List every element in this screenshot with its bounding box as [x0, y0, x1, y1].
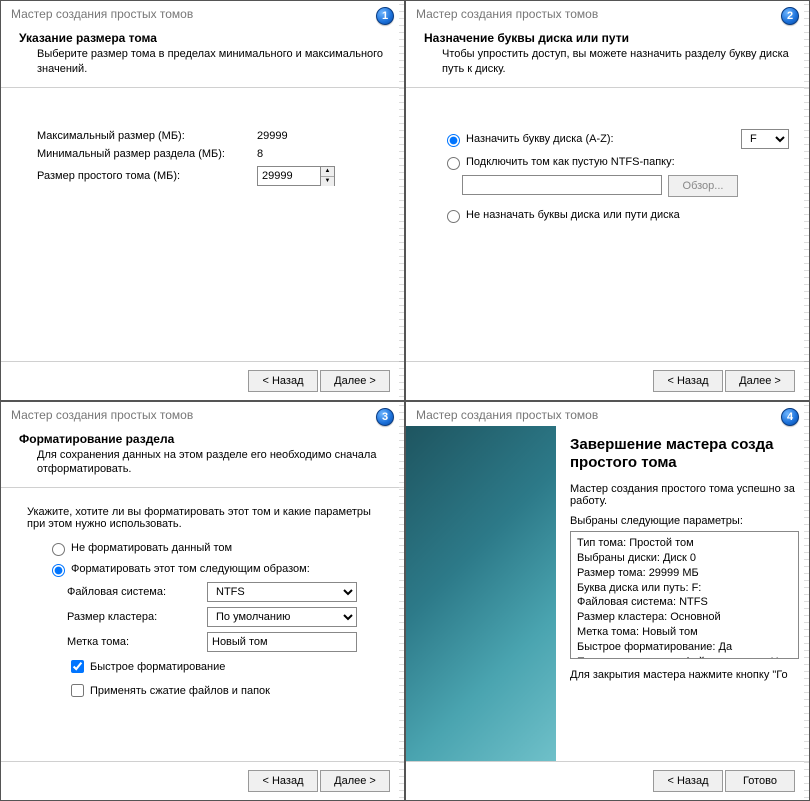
assign-letter-label: Назначить букву диска (A-Z):: [466, 133, 741, 145]
volume-label-label: Метка тома:: [67, 636, 207, 648]
step-badge-4: 4: [781, 408, 799, 426]
step-title: Указание размера тома: [19, 31, 386, 45]
volume-label-input[interactable]: [207, 632, 357, 652]
complete-message: Мастер создания простого тома успешно за…: [570, 483, 799, 507]
next-button[interactable]: Далее >: [320, 370, 390, 392]
step-badge-2: 2: [781, 7, 799, 25]
compress-checkbox[interactable]: [71, 684, 84, 697]
wizard-step-size: 1 Мастер создания простых томов Указание…: [0, 0, 405, 401]
step-title: Форматирование раздела: [19, 432, 386, 446]
step-title: Назначение буквы диска или пути: [424, 31, 791, 45]
close-hint: Для закрытия мастера нажмите кнопку "Го: [570, 669, 799, 681]
step-description: Чтобы упростить доступ, вы можете назнач…: [424, 47, 791, 77]
volume-size-spinner[interactable]: ▲ ▼: [257, 166, 335, 186]
no-letter-label: Не назначать буквы диска или пути диска: [466, 209, 680, 221]
summary-listbox[interactable]: Тип тома: Простой томВыбраны диски: Диск…: [570, 531, 799, 659]
window-title: Мастер создания простых томов: [1, 402, 404, 426]
wizard-step-format: 3 Мастер создания простых томов Форматир…: [0, 401, 405, 801]
assign-letter-radio[interactable]: [447, 134, 460, 147]
min-size-value: 8: [257, 148, 357, 160]
drive-letter-select[interactable]: F: [741, 129, 789, 149]
back-button[interactable]: < Назад: [248, 370, 318, 392]
quick-format-checkbox[interactable]: [71, 660, 84, 673]
volume-size-input[interactable]: [258, 167, 320, 185]
filesystem-label: Файловая система:: [67, 586, 207, 598]
params-intro: Выбраны следующие параметры:: [570, 515, 799, 527]
quick-format-label: Быстрое форматирование: [90, 661, 225, 673]
cluster-label: Размер кластера:: [67, 611, 207, 623]
window-title: Мастер создания простых томов: [1, 1, 404, 25]
format-radio[interactable]: [52, 564, 65, 577]
spinner-down-icon[interactable]: ▼: [321, 177, 334, 186]
next-button[interactable]: Далее >: [320, 770, 390, 792]
step-badge-1: 1: [376, 7, 394, 25]
filesystem-select[interactable]: NTFS: [207, 582, 357, 602]
no-format-radio[interactable]: [52, 543, 65, 556]
window-title: Мастер создания простых томов: [406, 1, 809, 25]
summary-line: Быстрое форматирование: Да: [577, 640, 792, 655]
wizard-step-drive-letter: 2 Мастер создания простых томов Назначен…: [405, 0, 810, 401]
no-letter-radio[interactable]: [447, 210, 460, 223]
format-label: Форматировать этот том следующим образом…: [71, 563, 310, 575]
browse-button: Обзор...: [668, 175, 738, 197]
mount-folder-label: Подключить том как пустую NTFS-папку:: [466, 156, 675, 168]
summary-line: Применение сжатия файлов и папок: Нет: [577, 655, 792, 659]
back-button[interactable]: < Назад: [653, 770, 723, 792]
volume-size-label: Размер простого тома (МБ):: [37, 170, 257, 182]
step-description: Для сохранения данных на этом разделе ег…: [19, 448, 386, 478]
mount-path-input: [462, 175, 662, 195]
finish-button[interactable]: Готово: [725, 770, 795, 792]
compress-label: Применять сжатие файлов и папок: [90, 685, 270, 697]
wizard-step-complete: 4 Мастер создания простых томов Завершен…: [405, 401, 810, 801]
cluster-select[interactable]: По умолчанию: [207, 607, 357, 627]
max-size-value: 29999: [257, 130, 357, 142]
format-intro: Укажите, хотите ли вы форматировать этот…: [27, 506, 384, 530]
back-button[interactable]: < Назад: [653, 370, 723, 392]
summary-line: Выбраны диски: Диск 0: [577, 551, 792, 566]
mount-folder-radio[interactable]: [447, 157, 460, 170]
summary-line: Размер тома: 29999 МБ: [577, 566, 792, 581]
summary-line: Метка тома: Новый том: [577, 625, 792, 640]
next-button[interactable]: Далее >: [725, 370, 795, 392]
summary-line: Размер кластера: Основной: [577, 610, 792, 625]
min-size-label: Минимальный размер раздела (МБ):: [37, 148, 257, 160]
step-description: Выберите размер тома в пределах минималь…: [19, 47, 386, 77]
step-badge-3: 3: [376, 408, 394, 426]
summary-line: Тип тома: Простой том: [577, 536, 792, 551]
wizard-side-graphic: [406, 426, 556, 762]
max-size-label: Максимальный размер (МБ):: [37, 130, 257, 142]
summary-line: Файловая система: NTFS: [577, 595, 792, 610]
spinner-up-icon[interactable]: ▲: [321, 167, 334, 177]
back-button[interactable]: < Назад: [248, 770, 318, 792]
no-format-label: Не форматировать данный том: [71, 542, 232, 554]
complete-title: Завершение мастера созда простого тома: [570, 436, 799, 474]
summary-line: Буква диска или путь: F:: [577, 581, 792, 596]
window-title: Мастер создания простых томов: [406, 402, 809, 426]
